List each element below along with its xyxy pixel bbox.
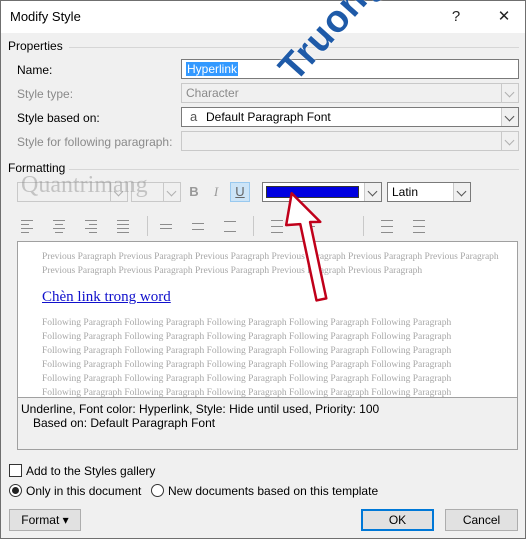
- following-style-label: Style for following paragraph:: [17, 135, 173, 149]
- only-this-document-radio[interactable]: [9, 484, 22, 497]
- font-size-select: [131, 182, 181, 202]
- following-paragraph-line: Following Paragraph Following Paragraph …: [42, 374, 452, 384]
- format-button-label: Format: [21, 513, 60, 527]
- title-bar: Modify Style ? ✕: [1, 1, 525, 33]
- based-on-select[interactable]: a Default Paragraph Font: [181, 107, 519, 127]
- previous-paragraph-line: Previous Paragraph Previous Paragraph Pr…: [42, 252, 499, 262]
- chevron-down-icon[interactable]: [364, 183, 381, 201]
- close-button[interactable]: ✕: [493, 6, 515, 28]
- add-to-gallery-label: Add to the Styles gallery: [26, 464, 156, 478]
- properties-heading: Properties: [8, 39, 63, 53]
- toolbar-separator: [147, 216, 148, 236]
- formatting-divider: [69, 169, 519, 170]
- modify-style-dialog: Modify Style ? ✕ Properties Name: Hyperl…: [0, 0, 526, 539]
- align-center-icon: [49, 218, 71, 236]
- justify-icon: [113, 218, 135, 236]
- increase-indent-icon: [405, 218, 427, 236]
- name-value: Hyperlink: [186, 62, 239, 76]
- add-to-gallery-checkbox[interactable]: [9, 464, 22, 477]
- underline-button[interactable]: U: [230, 182, 250, 202]
- description-line: Underline, Font color: Hyperlink, Style:…: [21, 402, 380, 416]
- red-arrow-annotation: [284, 191, 328, 302]
- decrease-indent-icon: [373, 218, 395, 236]
- following-style-select: [181, 131, 519, 151]
- toolbar-separator: [253, 216, 254, 236]
- double-spacing-icon: [220, 218, 242, 236]
- style-preview: Previous Paragraph Previous Paragraph Pr…: [17, 241, 518, 398]
- align-right-icon: [81, 218, 103, 236]
- following-paragraph-line: Following Paragraph Following Paragraph …: [42, 388, 452, 397]
- sample-text: Chèn link trong word: [42, 289, 171, 305]
- name-label: Name:: [17, 63, 53, 77]
- chevron-down-icon[interactable]: [453, 183, 470, 201]
- new-documents-label: New documents based on this template: [168, 484, 379, 498]
- following-paragraph-line: Following Paragraph Following Paragraph …: [42, 346, 452, 356]
- previous-paragraph-line: Previous Paragraph Previous Paragraph Pr…: [42, 266, 423, 276]
- toolbar-separator: [363, 216, 364, 236]
- following-paragraph-line: Following Paragraph Following Paragraph …: [42, 318, 452, 328]
- single-spacing-icon: [156, 218, 178, 236]
- chevron-down-icon: [163, 183, 180, 201]
- only-this-document-label: Only in this document: [26, 484, 142, 498]
- new-documents-radio[interactable]: [151, 484, 164, 497]
- one-half-spacing-icon: [188, 218, 210, 236]
- chevron-down-icon: [501, 84, 518, 102]
- style-type-value: Character: [186, 86, 239, 100]
- properties-divider: [69, 47, 519, 48]
- name-field[interactable]: Hyperlink: [181, 59, 519, 79]
- script-value: Latin: [392, 185, 419, 199]
- help-button[interactable]: ?: [445, 6, 467, 28]
- font-select: [17, 182, 128, 202]
- cancel-button[interactable]: Cancel: [445, 509, 518, 531]
- dialog-title: Modify Style: [10, 9, 81, 24]
- italic-button[interactable]: I: [207, 183, 225, 201]
- script-select[interactable]: Latin: [387, 182, 471, 202]
- align-left-icon: [17, 218, 39, 236]
- based-on-value: Default Paragraph Font: [206, 110, 331, 124]
- formatting-heading: Formatting: [8, 161, 66, 175]
- format-button[interactable]: Format ▾: [9, 509, 81, 531]
- based-on-label: Style based on:: [17, 111, 100, 125]
- space-before-icon: [263, 218, 285, 236]
- description-based-on: Based on: Default Paragraph Font: [33, 416, 216, 430]
- chevron-down-icon: [110, 183, 127, 201]
- chevron-down-icon: ▾: [62, 513, 69, 527]
- following-paragraph-line: Following Paragraph Following Paragraph …: [42, 360, 452, 370]
- following-paragraph-line: Following Paragraph Following Paragraph …: [42, 332, 452, 342]
- style-type-select: Character: [181, 83, 519, 103]
- style-type-label: Style type:: [17, 87, 74, 101]
- ok-button[interactable]: OK: [361, 509, 434, 531]
- bold-button[interactable]: B: [185, 183, 203, 201]
- character-style-icon: a: [190, 109, 198, 124]
- chevron-down-icon[interactable]: [501, 108, 518, 126]
- chevron-down-icon: [501, 132, 518, 150]
- style-description: Underline, Font color: Hyperlink, Style:…: [17, 398, 518, 450]
